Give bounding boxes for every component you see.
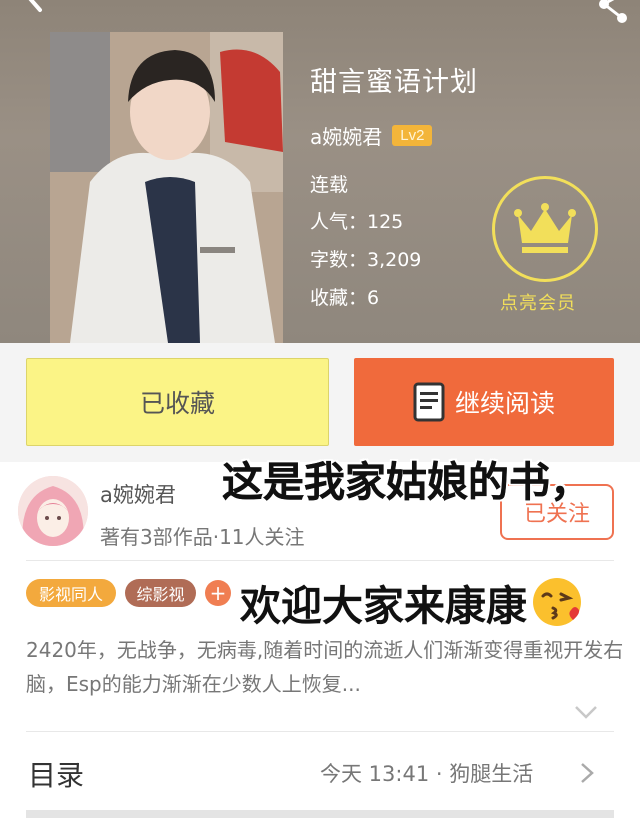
kissing-face-emoji xyxy=(533,578,581,626)
divider xyxy=(26,731,614,732)
author-name[interactable]: a婉婉君 xyxy=(310,121,382,150)
book-cover[interactable] xyxy=(50,32,283,343)
level-badge: Lv2 xyxy=(392,125,433,146)
author-avatar[interactable] xyxy=(18,476,88,546)
overlay-caption-1: 这是我家姑娘的书， xyxy=(222,458,591,506)
crown-icon xyxy=(514,203,576,253)
popularity: 人气：125 xyxy=(310,211,404,233)
toc-label[interactable]: 目录 xyxy=(28,754,84,794)
vip-button[interactable] xyxy=(492,176,598,282)
book-icon xyxy=(413,382,445,422)
back-arrow-icon[interactable] xyxy=(20,0,46,18)
tag-item[interactable]: 影视同人 xyxy=(26,579,116,607)
add-tag-button[interactable]: + xyxy=(205,580,231,606)
author-card-name[interactable]: a婉婉君 xyxy=(100,479,176,509)
toc-latest-update[interactable]: 今天 13:41 · 狗腿生活 xyxy=(320,758,533,788)
serial-status: 连载 xyxy=(310,174,349,196)
collection-count: 收藏：6 xyxy=(310,287,380,309)
continue-reading-label: 继续阅读 xyxy=(454,389,555,418)
overlay-caption-2-text: 欢迎大家来康康 xyxy=(240,582,527,630)
book-intro[interactable]: 2420年，无战争，无病毒,随着时间的流逝人们渐渐变得重视开发右脑，Esp的能力… xyxy=(26,633,626,701)
vip-label[interactable]: 点亮会员 xyxy=(500,289,576,315)
chevron-right-icon[interactable] xyxy=(580,762,594,784)
overlay-caption-2: 欢迎大家来康康 xyxy=(240,572,583,632)
word-count: 字数：3,209 xyxy=(310,249,422,271)
author-row[interactable]: a婉婉君 Lv2 xyxy=(310,121,433,150)
favorited-label: 已收藏 xyxy=(139,389,215,418)
favorited-button[interactable]: 已收藏 xyxy=(26,358,329,446)
tag-item[interactable]: 综影视 xyxy=(125,579,196,607)
author-card-stats: 著有3部作品·11人关注 xyxy=(100,525,305,549)
chevron-down-icon[interactable] xyxy=(574,704,598,720)
divider xyxy=(26,560,614,561)
continue-reading-button[interactable]: 继续阅读 xyxy=(354,358,614,446)
book-title: 甜言蜜语计划 xyxy=(310,67,478,98)
share-icon[interactable] xyxy=(596,0,630,24)
chapter-list-edge xyxy=(26,810,614,818)
book-header: 甜言蜜语计划 a婉婉君 Lv2 连载 人气：125 字数：3,209 收藏：6 … xyxy=(0,0,640,343)
